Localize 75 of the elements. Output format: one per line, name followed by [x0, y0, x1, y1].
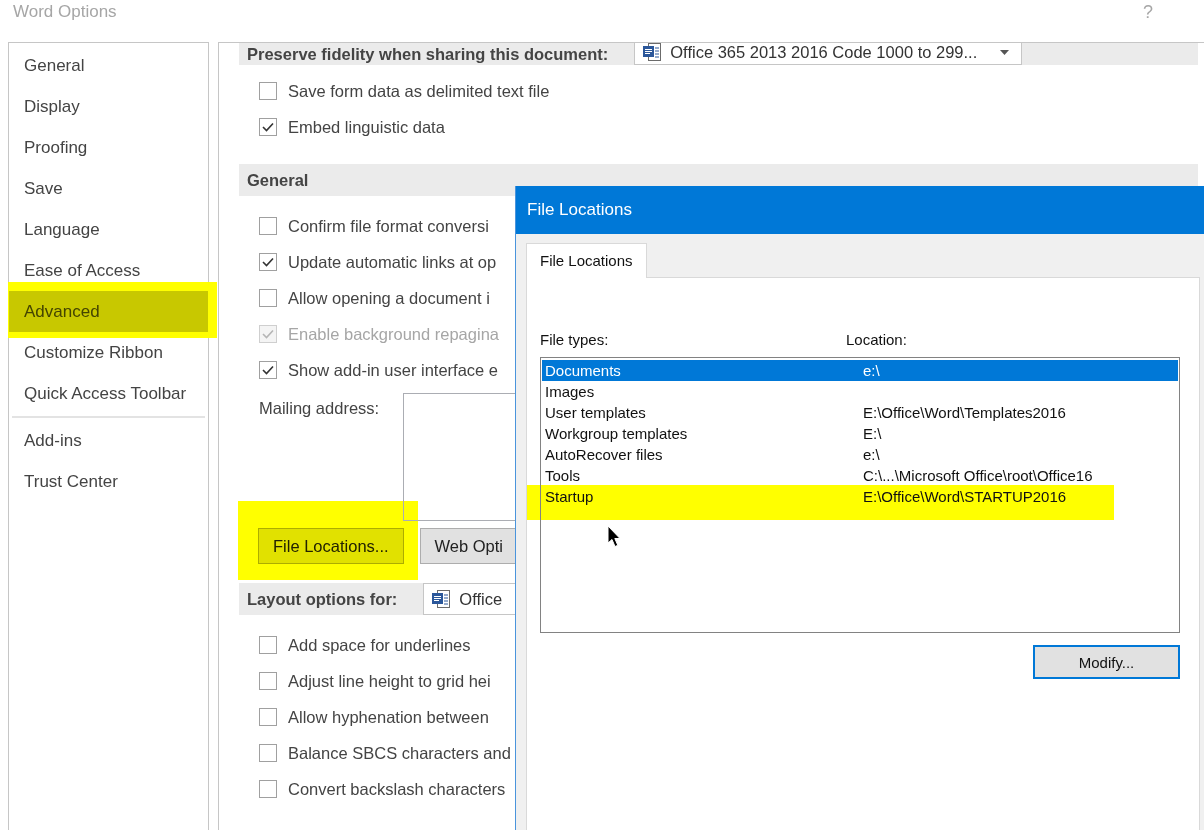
location-cell-text: E:\	[863, 425, 883, 442]
document-icon	[432, 590, 451, 608]
checkbox[interactable]	[259, 361, 277, 379]
dropdown[interactable]: Office 365 2013 2016 Code 1000 to 299...	[634, 43, 1023, 65]
list-row[interactable]: AutoRecover files e:\	[542, 446, 1178, 463]
list-row[interactable]: Tools C:\...\Microsoft Office\root\Office16	[542, 467, 1178, 484]
list-row[interactable]: Documents e:\	[542, 360, 1178, 381]
checkbox[interactable]	[259, 780, 277, 798]
checkbox[interactable]	[259, 708, 277, 726]
checkbox[interactable]	[259, 82, 277, 100]
file-type-cell-text: AutoRecover files	[545, 446, 664, 463]
list-row[interactable]: Workgroup templates E:\	[542, 425, 1178, 442]
checkbox-label[interactable]: Add space for underlines	[288, 635, 471, 655]
checkbox-label[interactable]: Balance SBCS characters and	[288, 743, 511, 763]
location-cell-text: e:\	[863, 446, 881, 463]
location-cell-text: C:\...\Microsoft Office\root\Office16	[863, 467, 1094, 484]
sidebar-item[interactable]: Proofing	[9, 136, 208, 159]
file-type-cell-text: Workgroup templates	[545, 425, 689, 442]
sidebar-item[interactable]: Display	[9, 95, 208, 118]
document-icon	[643, 43, 662, 61]
checkbox[interactable]	[259, 217, 277, 235]
file-type-cell-text: Startup	[545, 488, 595, 505]
checkbox[interactable]	[259, 118, 277, 136]
checkbox-label[interactable]: Convert backslash characters	[288, 779, 506, 799]
sidebar-item[interactable]: Trust Center	[9, 470, 208, 493]
checkbox-label[interactable]: Embed linguistic data	[288, 117, 445, 137]
checkbox[interactable]	[259, 289, 277, 307]
file-type-cell-text: Documents	[545, 361, 622, 381]
checkbox[interactable]	[259, 672, 277, 690]
checkbox[interactable]	[259, 253, 277, 271]
list-row[interactable]: User templates E:\Office\Word\Templates2016	[542, 404, 1178, 421]
window-title: Word Options	[13, 2, 117, 22]
section-title: Preserve fidelity when sharing this document:	[247, 44, 609, 64]
caret-icon	[1000, 49, 1010, 55]
section-title: General	[247, 170, 309, 190]
section-title: Layout options for:	[247, 589, 398, 609]
check-icon	[262, 329, 274, 339]
file-type-cell-text: User templates	[545, 404, 647, 421]
dialog-title: File Locations	[516, 186, 1204, 234]
location-cell-text: E:\Office\Word\STARTUP2016	[863, 488, 1068, 505]
mouse-pointer-icon	[607, 525, 623, 549]
check-icon	[262, 122, 274, 132]
field-label: Mailing address:	[259, 398, 381, 418]
sidebar-item[interactable]: Customize Ribbon	[9, 341, 208, 364]
checkbox-label[interactable]: Allow opening a document i	[288, 288, 490, 308]
column-header: Location:	[846, 330, 908, 350]
sidebar-item[interactable]: Advanced	[9, 291, 208, 332]
file-type-cell-text: Images	[545, 383, 596, 400]
list-row[interactable]: Images	[542, 383, 1178, 400]
location-cell-text: e:\	[863, 361, 881, 381]
tab[interactable]: File Locations	[526, 243, 647, 278]
sidebar-item[interactable]: Language	[9, 218, 208, 241]
location-cell-text: E:\Office\Word\Templates2016	[863, 404, 1067, 421]
sidebar-item[interactable]: Save	[9, 177, 208, 200]
checkbox[interactable]	[259, 636, 277, 654]
dropdown[interactable]: Office	[423, 583, 515, 615]
checkbox-label[interactable]: Update automatic links at op	[288, 252, 497, 272]
list-row[interactable]: Startup E:\Office\Word\STARTUP2016	[542, 488, 1178, 505]
column-header: File types:	[540, 330, 610, 350]
check-icon	[262, 257, 274, 267]
checkbox-label[interactable]: Allow hyphenation between	[288, 707, 489, 727]
file-type-cell-text: Tools	[545, 467, 582, 484]
option-button[interactable]: File Locations...	[258, 528, 404, 564]
modify-button[interactable]: Modify...	[1033, 645, 1180, 679]
check-icon	[262, 365, 274, 375]
checkbox-label[interactable]: Confirm file format conversi	[288, 216, 489, 236]
checkbox-label[interactable]: Adjust line height to grid hei	[288, 671, 491, 691]
checkbox-label[interactable]: Save form data as delimited text file	[288, 81, 550, 101]
sidebar-item[interactable]: Add-ins	[9, 429, 208, 452]
sidebar-item[interactable]: General	[9, 54, 208, 77]
checkbox-label[interactable]: Show add-in user interface e	[288, 360, 499, 380]
checkbox[interactable]	[259, 744, 277, 762]
sidebar-item[interactable]: Quick Access Toolbar	[9, 382, 208, 405]
sidebar-item[interactable]: Ease of Access	[9, 259, 208, 282]
option-button[interactable]: Web Opti	[419, 528, 515, 564]
